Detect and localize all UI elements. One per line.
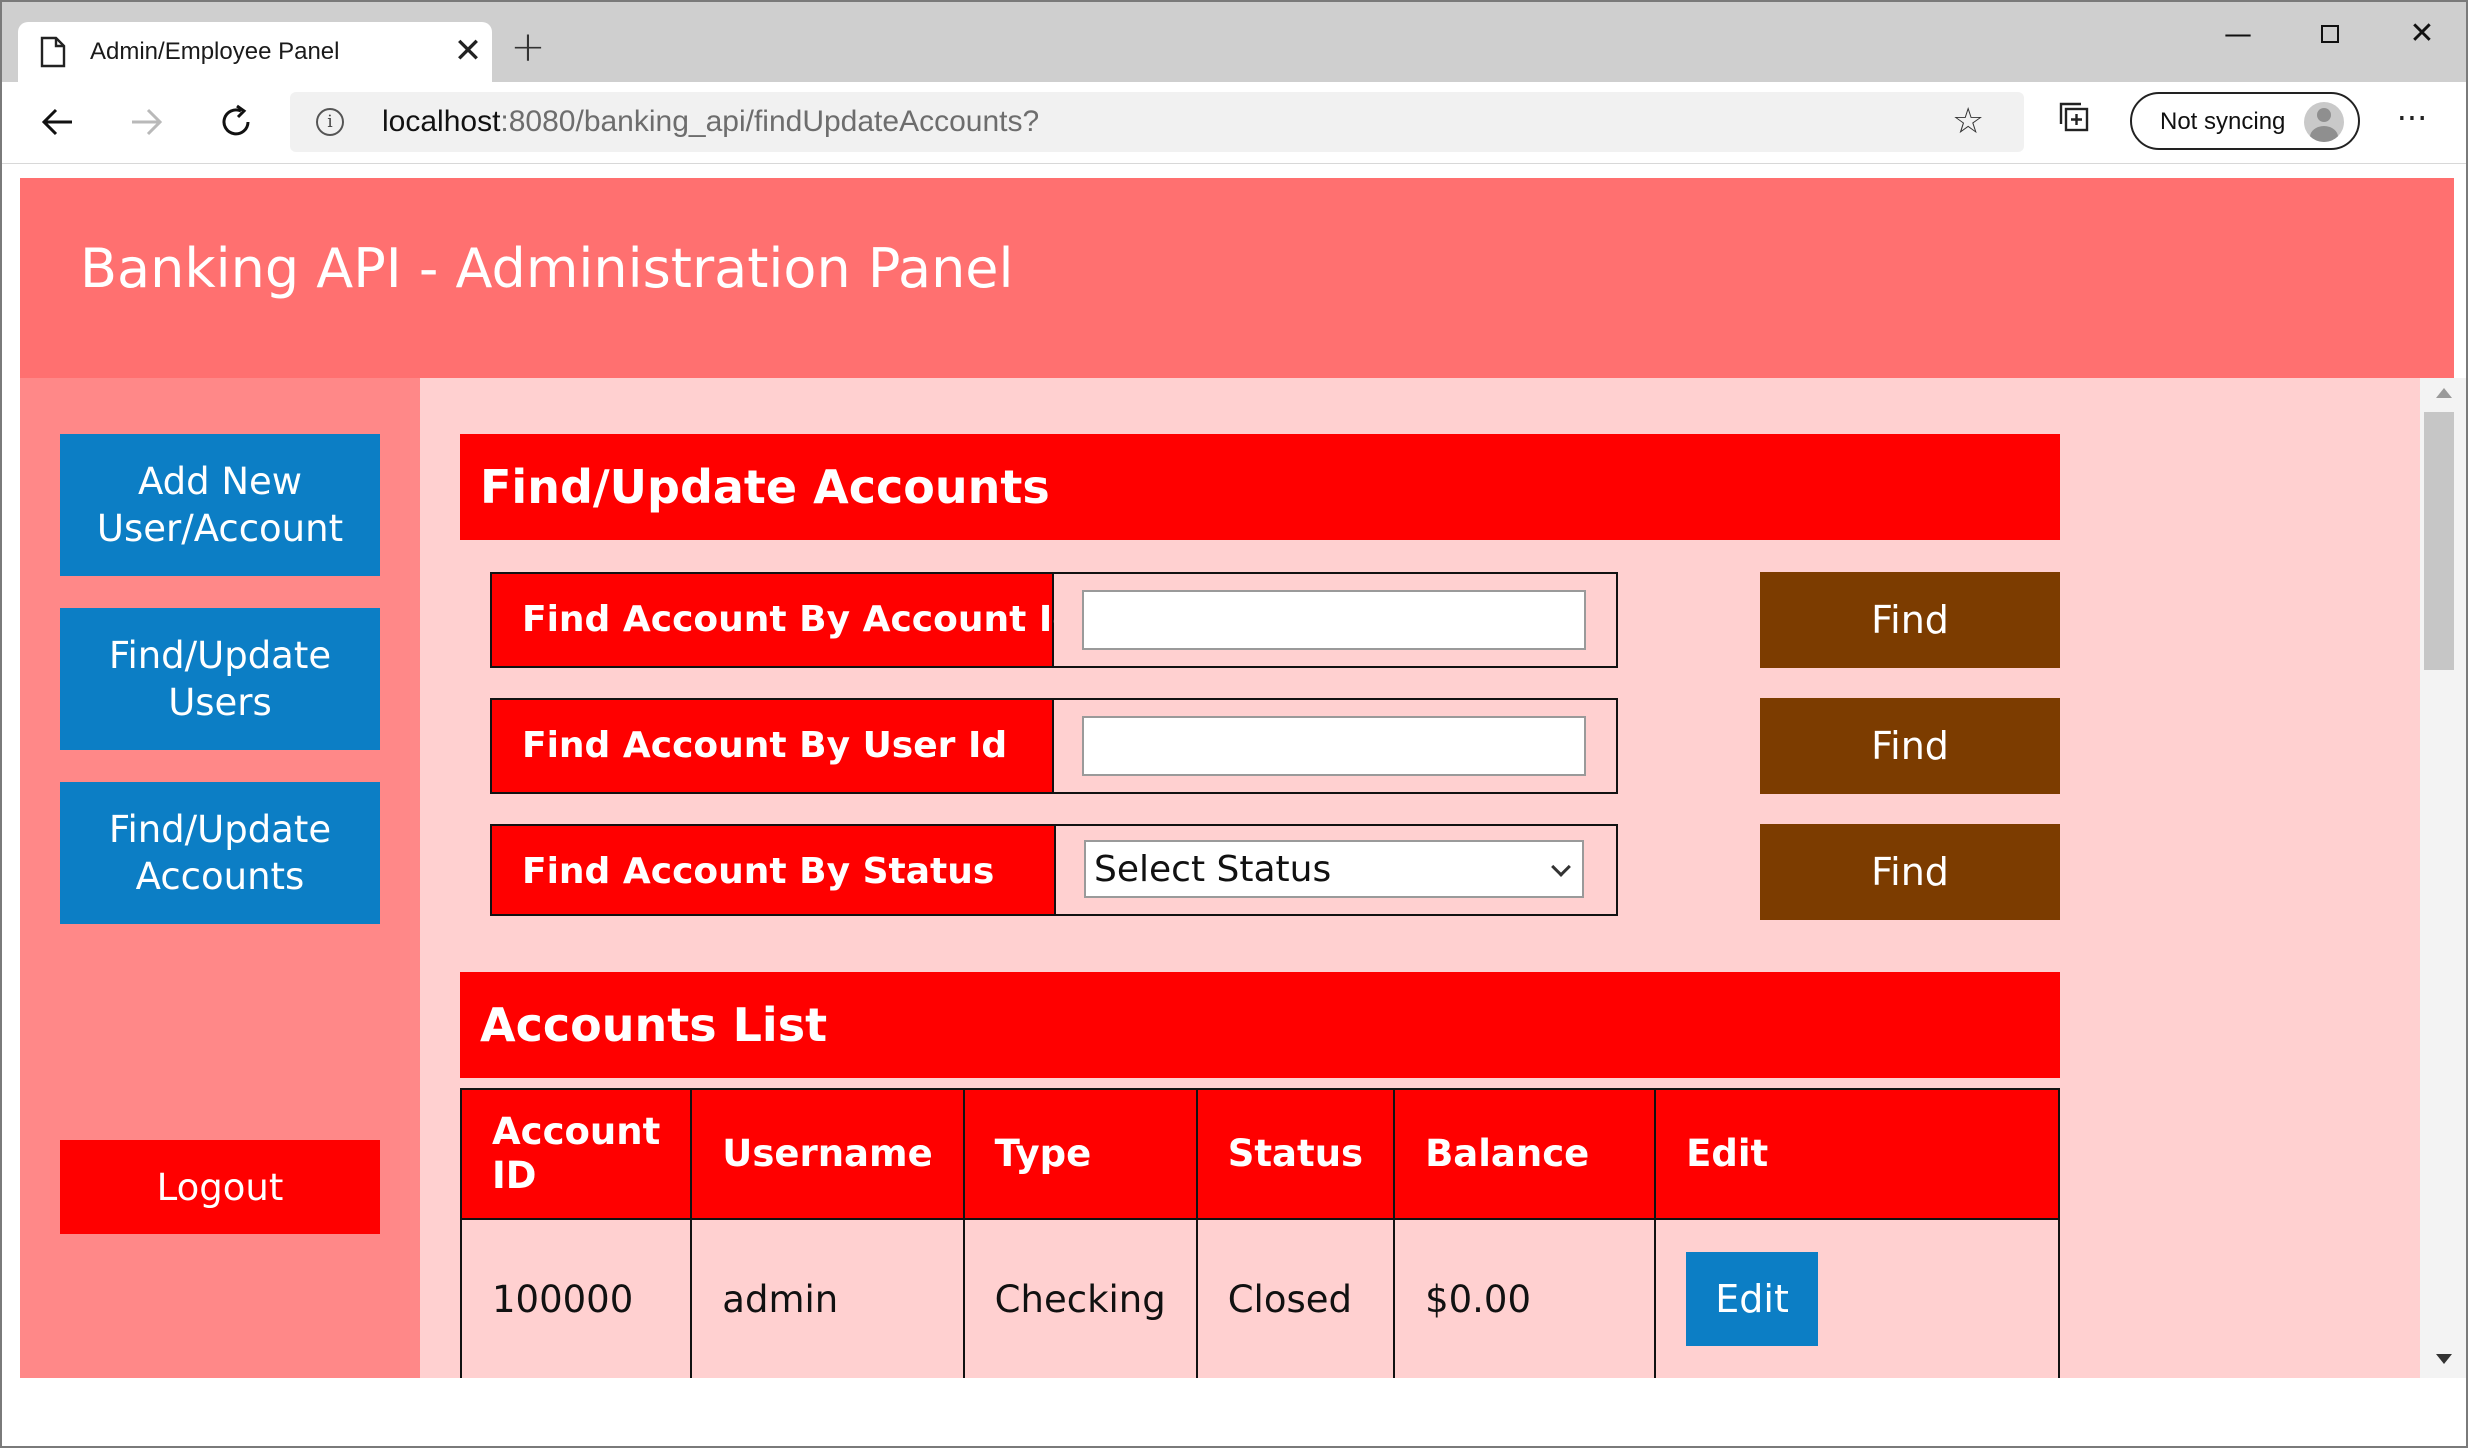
find-by-user-id-label: Find Account By User Id — [522, 725, 1008, 766]
main-content: Find/Update Accounts Find Account By Acc… — [420, 378, 2420, 1378]
profile-sync-button[interactable]: Not syncing — [2130, 92, 2360, 150]
status-select[interactable]: Select Status — [1084, 840, 1584, 898]
favorite-star-icon[interactable]: ☆ — [1952, 102, 1984, 142]
profile-avatar-icon — [2304, 102, 2344, 142]
scrollbar-thumb[interactable] — [2424, 412, 2454, 670]
find-update-users-button[interactable]: Find/Update Users — [60, 608, 380, 750]
cell-status: Closed — [1195, 1218, 1396, 1378]
find-by-user-id-button[interactable]: Find — [1760, 698, 2060, 794]
page-viewport: Banking API - Administration Panel Add N… — [2, 164, 2466, 1378]
accounts-table: Account ID Username Type Status Balance … — [459, 1088, 2060, 1378]
cell-account-id: 100000 — [459, 1218, 693, 1378]
find-by-status-button[interactable]: Find — [1760, 824, 2060, 920]
minimize-icon[interactable]: — — [2208, 12, 2268, 56]
find-by-user-id-label-cell: Find Account By User Id — [490, 698, 1054, 794]
browser-tab[interactable]: Admin/Employee Panel ✕ — [18, 22, 492, 82]
find-update-accounts-heading: Find/Update Accounts — [460, 434, 2060, 540]
tab-strip: Admin/Employee Panel ✕ + — ✕ — [2, 2, 2466, 82]
tab-title: Admin/Employee Panel — [90, 38, 340, 65]
find-by-status-label: Find Account By Status — [522, 851, 995, 892]
edit-account-button[interactable]: Edit — [1686, 1252, 1819, 1346]
find-by-account-id-label-cell: Find Account By Account Id — [490, 572, 1078, 668]
user-id-input[interactable] — [1082, 716, 1586, 776]
column-header-status: Status — [1195, 1088, 1396, 1220]
find-by-status-label-cell: Find Account By Status — [490, 824, 1056, 916]
column-header-type: Type — [962, 1088, 1198, 1220]
column-header-account-id: Account ID — [459, 1088, 693, 1220]
cell-username: admin — [690, 1218, 965, 1378]
vertical-scrollbar[interactable] — [2420, 378, 2466, 1378]
add-new-user-account-button[interactable]: Add New User/Account — [60, 434, 380, 576]
table-header-row: Account ID Username Type Status Balance … — [459, 1088, 2060, 1220]
logout-button[interactable]: Logout — [60, 1140, 380, 1234]
find-by-account-id-label: Find Account By Account Id — [522, 599, 1079, 640]
column-header-username: Username — [690, 1088, 965, 1220]
page-header: Banking API - Administration Panel — [20, 178, 2454, 378]
maximize-icon[interactable] — [2300, 12, 2360, 56]
url-text[interactable]: localhost:8080/banking_api/findUpdateAcc… — [382, 104, 1039, 140]
find-by-status-field-cell: Select Status — [1056, 824, 1618, 916]
find-update-accounts-button[interactable]: Find/Update Accounts — [60, 782, 380, 924]
page-icon — [40, 36, 66, 68]
find-by-account-id-field-cell — [1054, 572, 1618, 668]
forward-arrow-icon[interactable] — [116, 92, 176, 152]
sidebar: Add New User/Account Find/Update Users Fin… — [20, 378, 420, 1378]
close-icon[interactable]: ✕ — [450, 34, 486, 70]
back-arrow-icon[interactable] — [28, 92, 88, 152]
reload-icon[interactable] — [206, 92, 266, 152]
chevron-down-icon — [1551, 857, 1571, 877]
accounts-list-heading: Accounts List — [460, 972, 2060, 1078]
address-bar[interactable]: i localhost:8080/banking_api/findUpdateA… — [290, 92, 2024, 152]
scroll-up-arrow-icon[interactable] — [2436, 388, 2452, 398]
find-by-user-id-field-cell — [1054, 698, 1618, 794]
cell-type: Checking — [962, 1218, 1198, 1378]
browser-window: Admin/Employee Panel ✕ + — ✕ i localhost… — [0, 0, 2468, 1448]
scroll-down-arrow-icon[interactable] — [2436, 1354, 2452, 1364]
collections-icon[interactable] — [2056, 100, 2092, 136]
page-title: Banking API - Administration Panel — [80, 237, 1014, 300]
cell-edit: Edit — [1654, 1218, 2060, 1378]
account-id-input[interactable] — [1082, 590, 1586, 650]
find-by-account-id-button[interactable]: Find — [1760, 572, 2060, 668]
close-window-icon[interactable]: ✕ — [2392, 12, 2452, 56]
plus-icon[interactable]: + — [508, 26, 548, 68]
column-header-edit: Edit — [1654, 1088, 2060, 1220]
more-menu-icon[interactable]: ··· — [2388, 96, 2436, 144]
column-header-balance: Balance — [1393, 1088, 1657, 1220]
status-select-value: Select Status — [1094, 849, 1332, 890]
table-row: 100000 admin Checking Closed $0.00 Edit — [459, 1218, 2060, 1378]
browser-toolbar: i localhost:8080/banking_api/findUpdateA… — [2, 82, 2466, 164]
info-icon[interactable]: i — [316, 108, 344, 136]
cell-balance: $0.00 — [1393, 1218, 1657, 1378]
sync-status-label: Not syncing — [2160, 108, 2286, 135]
